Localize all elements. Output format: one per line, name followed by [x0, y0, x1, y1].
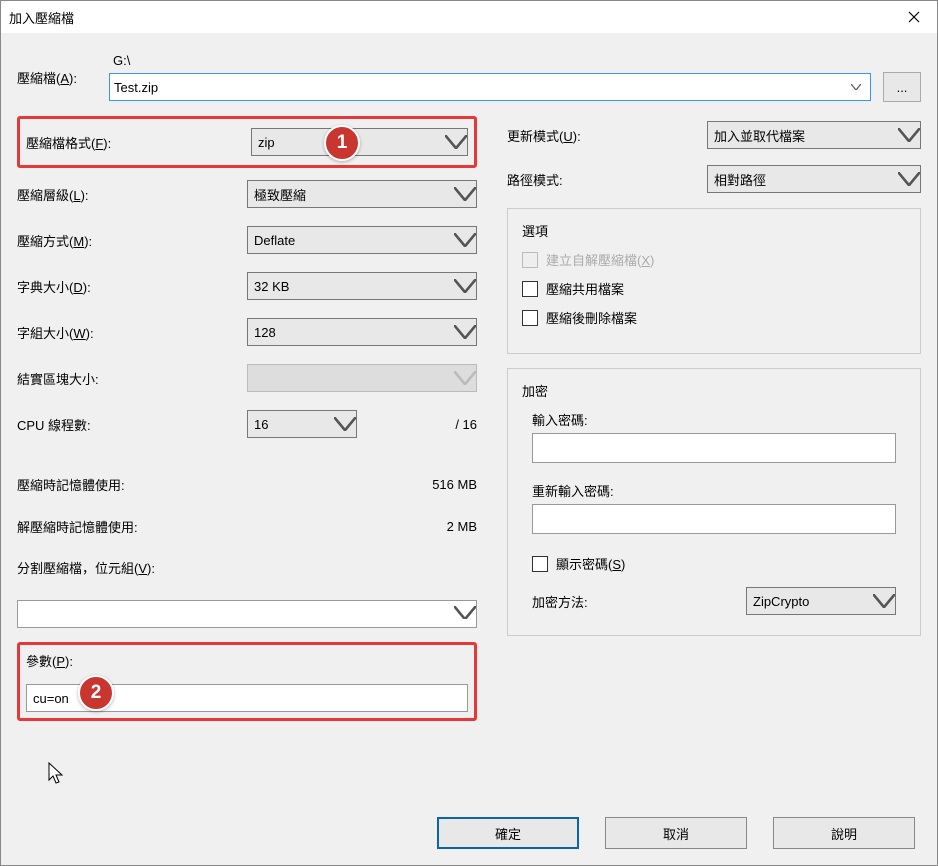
solid-block-label: 結實區塊大小: — [17, 369, 247, 388]
chevron-down-icon — [454, 233, 476, 246]
archive-name-input[interactable] — [114, 80, 846, 95]
cancel-button[interactable]: 取消 — [605, 817, 747, 849]
decompress-memory-label: 解壓縮時記憶體使用: — [17, 517, 387, 536]
chevron-down-icon — [454, 325, 476, 338]
chevron-down-icon — [851, 84, 861, 90]
close-icon — [908, 11, 920, 23]
compress-memory-label: 壓縮時記憶體使用: — [17, 475, 387, 494]
browse-button[interactable]: ... — [883, 72, 921, 102]
cpu-threads-label: CPU 線程數: — [17, 415, 247, 434]
compression-method-combo[interactable]: Deflate — [247, 226, 477, 254]
word-size-label: 字組大小(W): — [17, 323, 247, 342]
update-mode-combo[interactable]: 加入並取代檔案 — [707, 121, 921, 149]
encryption-legend: 加密 — [522, 381, 906, 400]
chevron-down-icon — [898, 128, 920, 141]
highlight-box-format: 1 壓縮檔格式(F): zip — [17, 116, 477, 168]
options-group: 選項 建立自解壓縮檔(X) 壓縮共用檔案 壓縮後刪除檔案 — [507, 208, 921, 354]
compression-level-combo[interactable]: 極致壓縮 — [247, 180, 477, 208]
close-button[interactable] — [891, 1, 937, 33]
highlight-box-parameters: 2 參數(P): — [17, 642, 477, 721]
dictionary-size-value: 32 KB — [248, 279, 454, 294]
delete-after-checkbox-row[interactable]: 壓縮後刪除檔案 — [522, 308, 906, 327]
sfx-checkbox — [522, 252, 538, 268]
path-mode-combo[interactable]: 相對路徑 — [707, 165, 921, 193]
chevron-down-icon — [454, 371, 476, 384]
compression-method-label: 壓縮方式(M): — [17, 231, 247, 250]
cpu-threads-combo[interactable]: 16 — [247, 410, 357, 438]
update-mode-label: 更新模式(U): — [507, 126, 707, 145]
compression-method-value: Deflate — [248, 233, 454, 248]
solid-block-combo — [247, 364, 477, 392]
encryption-method-value: ZipCrypto — [747, 594, 873, 609]
annotation-badge-2: 2 — [78, 675, 114, 711]
chevron-down-icon — [454, 187, 476, 200]
add-to-archive-dialog: 加入壓縮檔 壓縮檔(A): G:\ ... — [0, 0, 938, 866]
sfx-checkbox-label: 建立自解壓縮檔(X) — [546, 250, 654, 269]
chevron-down-icon — [873, 594, 895, 607]
compression-level-label: 壓縮層級(L): — [17, 185, 247, 204]
encryption-method-label: 加密方法: — [532, 592, 746, 611]
reenter-password-input[interactable] — [532, 504, 896, 534]
compress-shared-label: 壓縮共用檔案 — [546, 279, 624, 298]
show-password-row[interactable]: 顯示密碼(S) — [532, 554, 896, 573]
cpu-threads-total: / 16 — [455, 417, 477, 432]
chevron-down-icon — [454, 279, 476, 292]
show-password-checkbox[interactable] — [532, 556, 548, 572]
path-mode-value: 相對路徑 — [708, 170, 898, 189]
compress-shared-checkbox[interactable] — [522, 281, 538, 297]
window-title: 加入壓縮檔 — [1, 8, 74, 27]
chevron-down-icon — [445, 135, 467, 148]
compress-memory-value: 516 MB — [387, 477, 477, 492]
delete-after-checkbox[interactable] — [522, 310, 538, 326]
chevron-down-icon — [898, 172, 920, 185]
options-legend: 選項 — [522, 221, 906, 240]
help-button[interactable]: 說明 — [773, 817, 915, 849]
chevron-down-icon — [454, 606, 476, 619]
encryption-group: 加密 輸入密碼: 重新輸入密碼: 顯示密碼(S) 加密方法: — [507, 368, 921, 636]
archive-name-field[interactable] — [109, 73, 871, 101]
compress-shared-checkbox-row[interactable]: 壓縮共用檔案 — [522, 279, 906, 298]
chevron-down-icon — [334, 417, 356, 430]
word-size-combo[interactable]: 128 — [247, 318, 477, 346]
word-size-value: 128 — [248, 325, 454, 340]
annotation-badge-1: 1 — [324, 125, 360, 161]
split-volumes-combo[interactable] — [17, 600, 477, 628]
archive-path: G:\ — [109, 53, 921, 68]
show-password-label: 顯示密碼(S) — [556, 554, 625, 573]
archive-format-label: 壓縮檔格式(F): — [26, 133, 251, 152]
parameters-label: 參數(P): — [26, 651, 468, 670]
decompress-memory-value: 2 MB — [387, 519, 477, 534]
encryption-method-combo[interactable]: ZipCrypto — [746, 587, 896, 615]
reenter-password-label: 重新輸入密碼: — [532, 481, 896, 500]
titlebar: 加入壓縮檔 — [1, 1, 937, 33]
cpu-threads-value: 16 — [248, 417, 334, 432]
archive-dropdown-button[interactable] — [846, 74, 866, 100]
sfx-checkbox-row: 建立自解壓縮檔(X) — [522, 250, 906, 269]
split-volumes-label: 分割壓縮檔，位元組(V): — [17, 558, 477, 577]
path-mode-label: 路徑模式: — [507, 170, 707, 189]
password-input[interactable] — [532, 433, 896, 463]
compression-level-value: 極致壓縮 — [248, 185, 454, 204]
delete-after-label: 壓縮後刪除檔案 — [546, 308, 637, 327]
ok-button[interactable]: 確定 — [437, 817, 579, 849]
update-mode-value: 加入並取代檔案 — [708, 126, 898, 145]
archive-label: 壓縮檔(A): — [17, 68, 109, 87]
dictionary-size-combo[interactable]: 32 KB — [247, 272, 477, 300]
dictionary-size-label: 字典大小(D): — [17, 277, 247, 296]
password-label: 輸入密碼: — [532, 410, 896, 429]
